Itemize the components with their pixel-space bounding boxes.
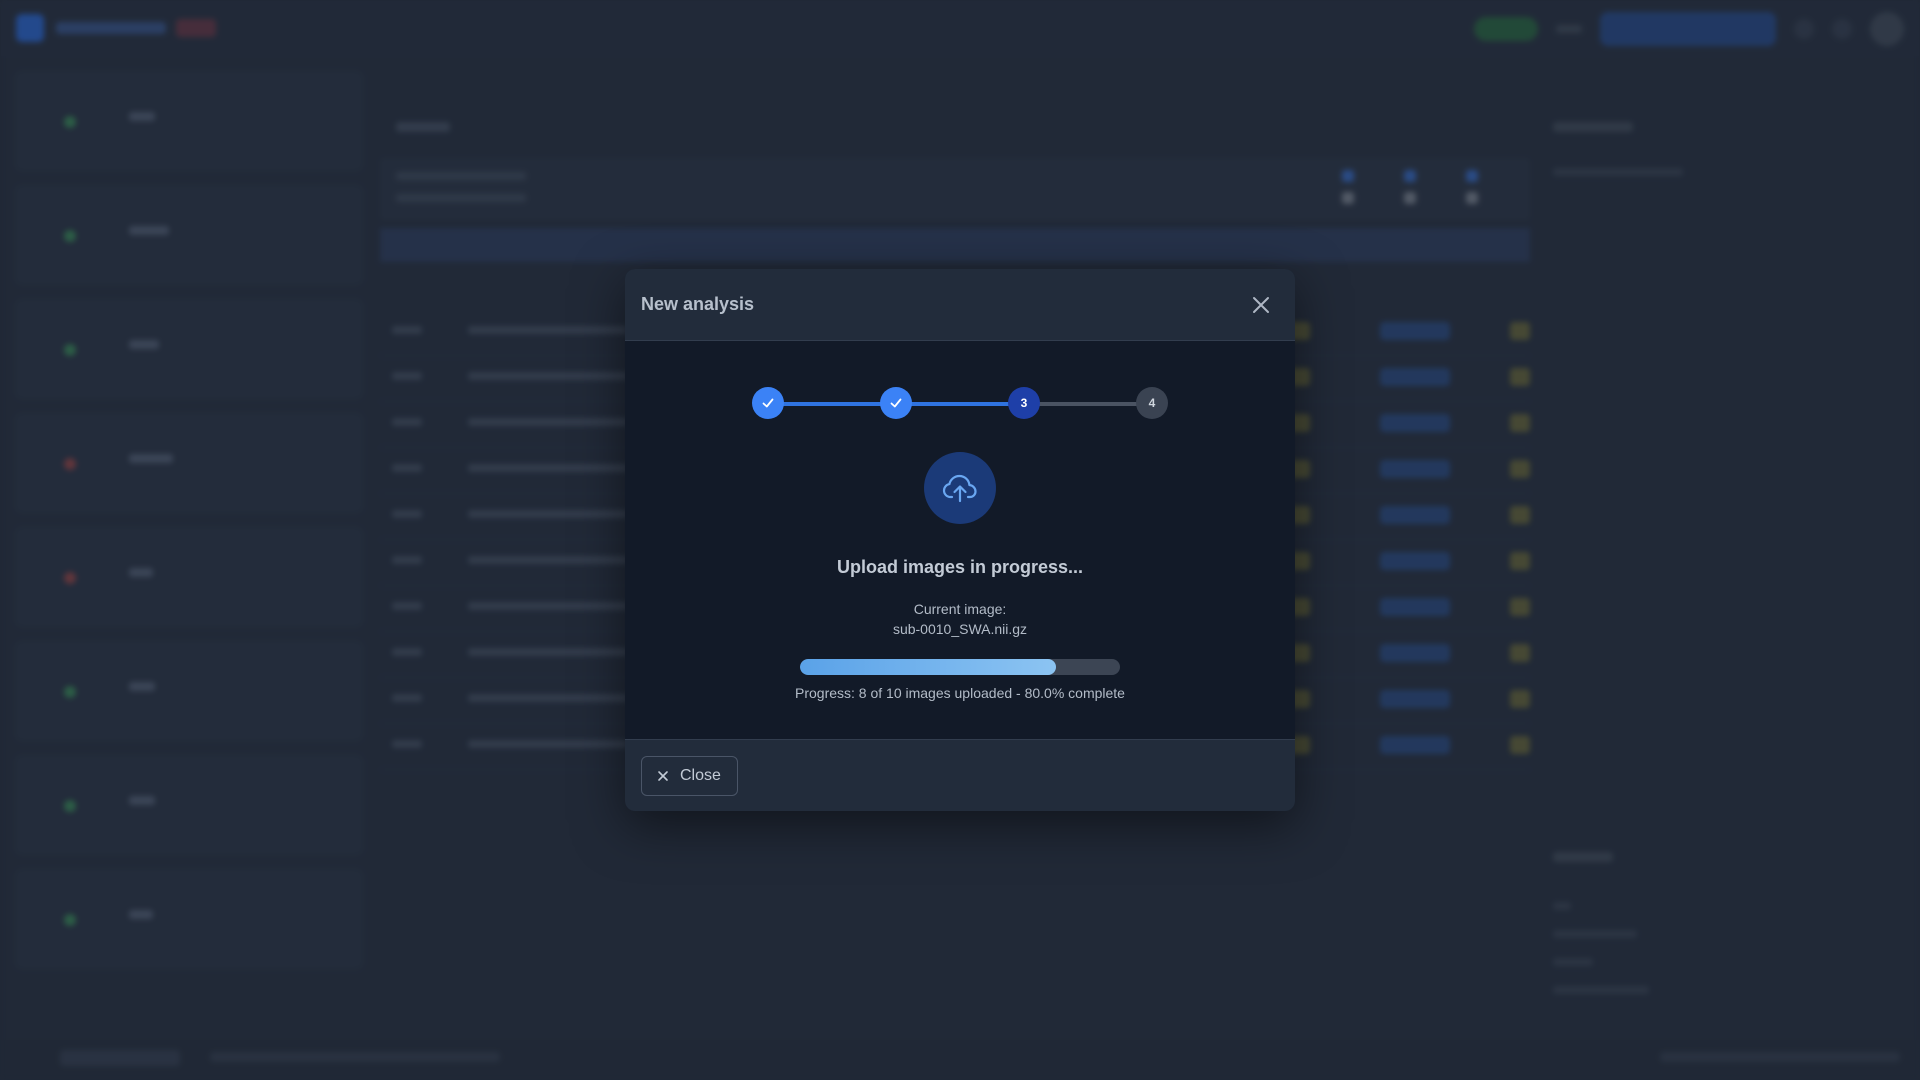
- step-connector-3: [1032, 402, 1144, 406]
- dialog-footer: Close: [625, 739, 1295, 811]
- step-4-pending: 4: [1136, 387, 1168, 419]
- step-connector-1: [776, 402, 888, 406]
- close-button[interactable]: Close: [641, 756, 738, 796]
- cloud-upload-icon: [942, 474, 977, 503]
- dialog-header: New analysis: [625, 269, 1295, 341]
- close-button-label: Close: [680, 767, 721, 784]
- upload-progress-fill: [800, 659, 1056, 675]
- close-icon[interactable]: [1249, 293, 1273, 317]
- close-icon: [658, 771, 668, 781]
- current-image-label: Current image:: [913, 601, 1007, 617]
- step-2-complete: [880, 387, 912, 419]
- step-1-complete: [752, 387, 784, 419]
- current-image-filename: sub-0010_SWA.nii.gz: [892, 621, 1028, 637]
- step-connector-2: [904, 402, 1016, 406]
- dialog-body: 3 4 Upload images in progress... Current…: [625, 341, 1295, 739]
- check-icon: [762, 398, 774, 408]
- upload-status-title: Upload images in progress...: [836, 557, 1084, 577]
- stepper: 3 4: [752, 387, 1168, 421]
- new-analysis-dialog: New analysis 3 4 Upload images in progre…: [625, 269, 1295, 811]
- step-3-active: 3: [1008, 387, 1040, 419]
- progress-text: Progress: 8 of 10 images uploaded - 80.0…: [795, 685, 1125, 701]
- check-icon: [890, 398, 902, 408]
- upload-progress-bar: [800, 659, 1120, 675]
- upload-icon-badge: [924, 452, 996, 524]
- dialog-title: New analysis: [641, 294, 755, 314]
